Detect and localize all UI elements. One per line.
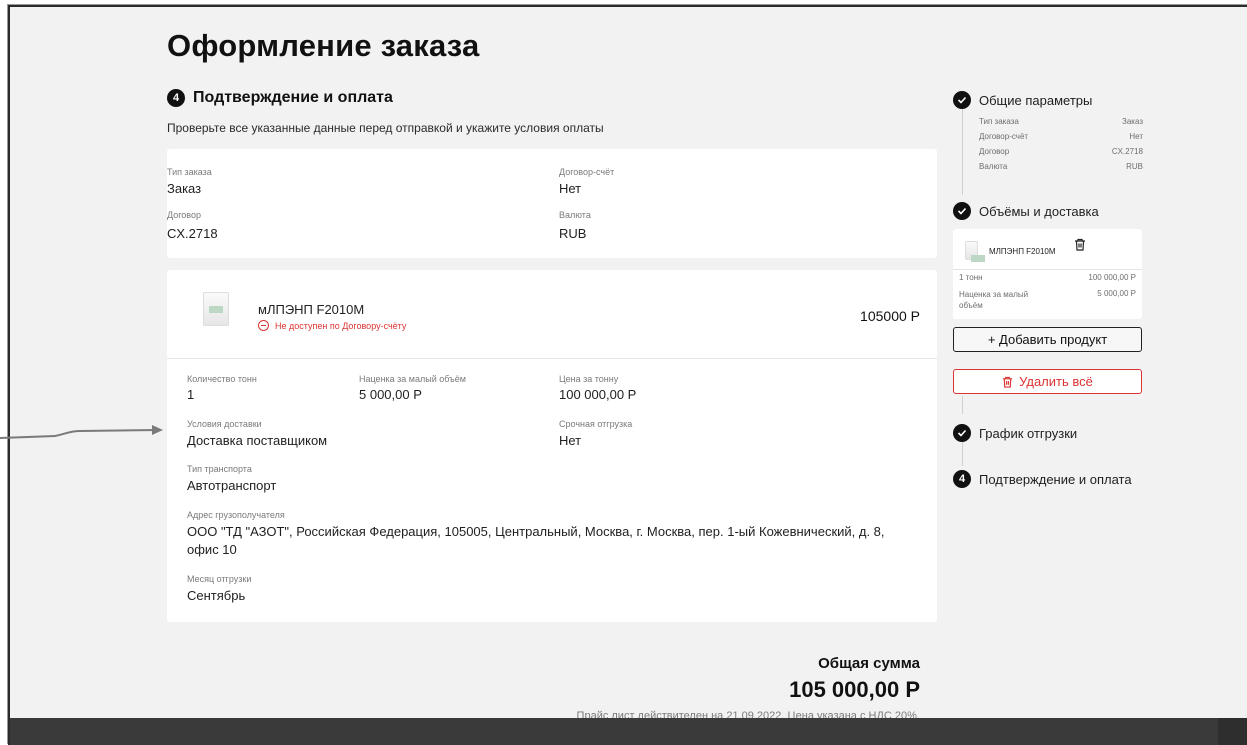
step-number-badge: 4 xyxy=(953,470,971,488)
annotation-arrow xyxy=(0,425,163,439)
summary-key: Валюта xyxy=(979,162,1008,171)
address-line-2: офис 10 xyxy=(187,542,237,557)
bottom-bar xyxy=(10,718,1247,745)
summary-value: RUB xyxy=(1126,162,1143,171)
product-warning: Не доступен по Договору-счёту xyxy=(258,320,406,331)
delivery-label: Условия доставки xyxy=(187,419,262,429)
sidebar-card-divider xyxy=(953,269,1142,270)
urgent-label: Срочная отгрузка xyxy=(559,419,633,429)
sidebar-product-card: МЛПЭНП F2010M 1 тонн 100 000,00 Р Наценк… xyxy=(953,229,1142,319)
contract-account-value: Нет xyxy=(559,181,582,196)
order-type-value: Заказ xyxy=(167,181,202,196)
trash-icon[interactable] xyxy=(1074,238,1086,251)
summary-value: Нет xyxy=(1129,132,1143,141)
contract-value: CX.2718 xyxy=(167,226,218,241)
markup-value: 5 000,00 Р xyxy=(359,387,422,402)
delivery-value: Доставка поставщиком xyxy=(187,433,328,448)
address-line-1: ООО "ТД "АЗОТ", Российская Федерация, 10… xyxy=(187,524,885,539)
summary-key: Договор xyxy=(979,147,1010,156)
sidebar-step-confirmation[interactable]: 4 Подтверждение и оплата xyxy=(953,470,1132,488)
summary-value: CX.2718 xyxy=(1111,147,1143,156)
sidebar-step-label: График отгрузки xyxy=(979,425,1078,441)
stepper-line xyxy=(962,107,963,195)
currency-label: Валюта xyxy=(559,210,591,220)
sidebar-step-schedule[interactable]: График отгрузки xyxy=(953,424,1077,442)
address-label: Адрес грузополучателя xyxy=(187,510,285,520)
stepper-line xyxy=(962,440,963,466)
total-value: 105 000,00 Р xyxy=(789,677,920,702)
summary-value: Заказ xyxy=(1122,117,1143,126)
page-title: Оформление заказа xyxy=(167,28,480,63)
minus-circle-icon xyxy=(258,320,269,331)
qty-label: Количество тонн xyxy=(187,374,257,384)
step-number-badge: 4 xyxy=(167,89,185,107)
sidebar-step-general[interactable]: Общие параметры xyxy=(953,91,1092,109)
bottom-bar-segment xyxy=(10,718,1218,745)
check-icon xyxy=(953,202,971,220)
stepper-line xyxy=(962,396,963,414)
transport-value: Автотранспорт xyxy=(187,478,277,493)
product-warning-text: Не доступен по Договору-счёту xyxy=(275,320,407,331)
order-type-label: Тип заказа xyxy=(167,167,212,177)
sidebar-step-label: Общие параметры xyxy=(979,92,1093,108)
step-heading: 4 Подтверждение и оплата xyxy=(167,89,393,107)
contract-account-label: Договор-счёт xyxy=(559,167,615,177)
total-label: Общая сумма xyxy=(818,655,920,672)
check-icon xyxy=(953,424,971,442)
sidebar-markup-price: 5 000,00 Р xyxy=(1097,289,1136,298)
sidebar-qty-price: 100 000,00 Р xyxy=(1088,273,1136,282)
delete-all-button[interactable]: Удалить всё xyxy=(953,369,1142,394)
product-thumbnail xyxy=(965,241,985,262)
sidebar-step-label: Подтверждение и оплата xyxy=(979,471,1132,487)
price-per-ton-value: 100 000,00 Р xyxy=(559,387,637,402)
order-info-card: Тип заказа Заказ Договор-счёт Нет Догово… xyxy=(167,149,937,258)
trash-icon xyxy=(1003,376,1013,388)
sidebar-qty: 1 тонн xyxy=(959,273,983,282)
transport-label: Тип транспорта xyxy=(187,464,252,474)
summary-key: Тип заказа xyxy=(979,117,1019,126)
sidebar-step-label: Объёмы и доставка xyxy=(979,203,1099,219)
check-icon xyxy=(953,91,971,109)
product-divider xyxy=(167,358,937,359)
delete-all-label: Удалить всё xyxy=(1019,374,1093,389)
month-label: Месяц отгрузки xyxy=(187,574,252,584)
sidebar-markup-label: Наценка за малый объём xyxy=(959,290,1029,310)
product-image xyxy=(203,292,229,326)
product-card: мЛПЭНП F2010M Не доступен по Договору-сч… xyxy=(167,270,937,622)
month-value: Сентябрь xyxy=(187,588,246,603)
screenshot: Оформление заказа 4 Подтверждение и опла… xyxy=(0,0,1247,745)
currency-value: RUB xyxy=(559,226,587,241)
markup-label: Наценка за малый объём xyxy=(359,374,466,384)
add-product-button[interactable]: + Добавить продукт xyxy=(953,327,1142,352)
urgent-value: Нет xyxy=(559,433,582,448)
step-hint: Проверьте все указанные данные перед отп… xyxy=(167,121,604,135)
sidebar-product-name: МЛПЭНП F2010M xyxy=(989,247,1056,256)
summary-key: Договор-счёт xyxy=(979,132,1029,141)
sidebar-step-volumes[interactable]: Объёмы и доставка xyxy=(953,202,1099,220)
product-price: 105000 Р xyxy=(860,308,920,324)
price-per-ton-label: Цена за тонну xyxy=(559,374,619,384)
qty-value: 1 xyxy=(187,387,195,402)
step-title: Подтверждение и оплата xyxy=(193,89,393,106)
contract-label: Договор xyxy=(167,210,201,220)
product-name: мЛПЭНП F2010M xyxy=(258,302,365,317)
